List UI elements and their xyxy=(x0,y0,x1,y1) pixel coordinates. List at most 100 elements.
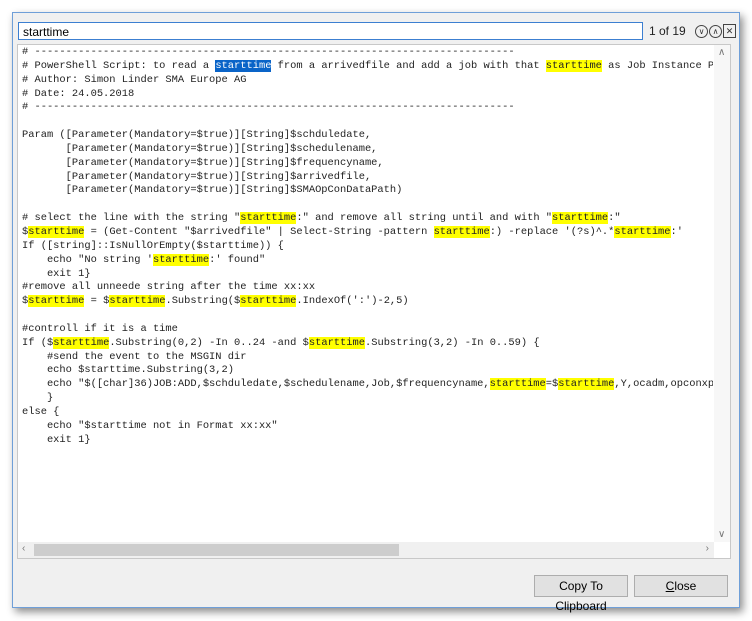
code-text-segment: ,Y,ocadm,opconxps xyxy=(614,378,713,391)
code-text-segment: exit 1} xyxy=(22,433,91,446)
code-line: # Author: Simon Linder SMA Europe AG xyxy=(22,74,713,88)
code-text-segment: .Substring($ xyxy=(165,295,241,308)
code-text-segment: :" and remove all string until and with … xyxy=(296,212,553,225)
code-text-segment: echo $starttime.Substring(3,2) xyxy=(22,364,235,377)
code-line: #remove all unneede string after the tim… xyxy=(22,281,713,295)
code-text-segment: exit 1} xyxy=(22,267,91,280)
code-text-segment: :' xyxy=(670,225,684,238)
code-text-segment: echo "$([char]36)JOB:ADD,$schduledate,$s… xyxy=(22,378,490,391)
code-line: exit 1} xyxy=(22,268,713,282)
search-match-highlight: starttime xyxy=(240,212,297,225)
code-text-segment: # Date: 24.05.2018 xyxy=(22,87,135,100)
code-text-segment: echo "$starttime not in Format xx:xx" xyxy=(22,419,278,432)
code-line: #send the event to the MSGIN dir xyxy=(22,351,713,365)
search-match-highlight: starttime xyxy=(109,295,166,308)
code-text-segment: echo "No string ' xyxy=(22,253,153,266)
code-text-segment: from a arrivedfile and add a job with th… xyxy=(271,59,546,72)
code-text-segment: # select the line with the string " xyxy=(22,212,241,225)
code-line: echo $starttime.Substring(3,2) xyxy=(22,364,713,378)
close-button[interactable]: Close xyxy=(634,575,728,597)
code-text-segment: If ($ xyxy=(22,336,54,349)
code-text-segment: =$ xyxy=(545,378,559,391)
code-line: If ([string]::IsNullOrEmpty($starttime))… xyxy=(22,240,713,254)
search-match-highlight: starttime xyxy=(152,253,210,266)
code-line: [Parameter(Mandatory=$true)][String]$SMA… xyxy=(22,184,713,198)
code-line: #controll if it is a time xyxy=(22,323,713,337)
code-text: # --------------------------------------… xyxy=(22,46,713,542)
code-text-segment: as Job Instance Pr xyxy=(601,59,713,72)
code-viewer[interactable]: # --------------------------------------… xyxy=(17,44,731,559)
copy-to-clipboard-button[interactable]: Copy To Clipboard xyxy=(534,575,628,613)
code-text-segment: [Parameter(Mandatory=$true)][String]$arr… xyxy=(22,170,372,183)
search-input[interactable]: starttime xyxy=(18,22,643,40)
code-text-segment: = $ xyxy=(84,295,110,308)
code-line: [Parameter(Mandatory=$true)][String]$arr… xyxy=(22,171,713,185)
code-text-segment: .Substring(0,2) -In 0..24 -and $ xyxy=(109,336,309,349)
code-line: # --------------------------------------… xyxy=(22,46,713,60)
code-text-segment: Param ([Parameter(Mandatory=$true)][Stri… xyxy=(22,129,372,142)
chevron-up-circle-icon[interactable]: ∧ xyxy=(709,25,722,38)
scroll-right-icon[interactable]: › xyxy=(706,543,709,554)
scroll-up-icon[interactable]: ∧ xyxy=(718,47,725,58)
code-line: $starttime = (Get-Content "$arrivedfile"… xyxy=(22,225,713,240)
scroll-down-icon[interactable]: ∨ xyxy=(718,529,725,540)
code-text-segment: } xyxy=(22,392,54,405)
code-line: echo "$([char]36)JOB:ADD,$schduledate,$s… xyxy=(22,378,713,392)
code-line: [Parameter(Mandatory=$true)][String]$sch… xyxy=(22,143,713,157)
code-line: } xyxy=(22,392,713,406)
search-match-highlight: starttime xyxy=(545,59,602,72)
code-line: exit 1} xyxy=(22,434,713,448)
code-text-segment: # --------------------------------------… xyxy=(22,46,515,58)
code-text-segment: .Substring(3,2) -In 0..59) { xyxy=(364,336,540,349)
code-text-segment: :) -replace '(?s)^.* xyxy=(489,225,615,238)
code-text-segment: [Parameter(Mandatory=$true)][String]$fre… xyxy=(22,156,384,169)
find-results-dialog: starttime 1 of 19 ∨ ∧ ✕ # --------------… xyxy=(12,12,740,613)
code-line: # select the line with the string "start… xyxy=(22,212,713,226)
code-text-segment: [Parameter(Mandatory=$true)][String]$sch… xyxy=(22,142,378,155)
code-line: else { xyxy=(22,406,713,420)
code-line: If ($starttime.Substring(0,2) -In 0..24 … xyxy=(22,336,713,351)
chevron-down-circle-icon[interactable]: ∨ xyxy=(695,25,708,38)
code-text-segment: :" xyxy=(608,212,621,225)
code-line: echo "$starttime not in Format xx:xx" xyxy=(22,420,713,434)
code-line: Param ([Parameter(Mandatory=$true)][Stri… xyxy=(22,129,713,143)
search-match-highlight: starttime xyxy=(28,225,85,238)
vertical-scrollbar[interactable]: ∧ ∨ xyxy=(714,45,730,542)
code-text-segment: .IndexOf(':')-2,5) xyxy=(296,295,409,308)
search-match-highlight: starttime xyxy=(558,378,615,391)
match-count: 1 of 19 xyxy=(649,24,686,38)
code-text-segment: = (Get-Content "$arrivedfile" | Select-S… xyxy=(84,225,434,238)
search-match-highlight: starttime xyxy=(489,378,546,391)
code-text-segment: else { xyxy=(22,405,60,418)
horizontal-scroll-thumb[interactable] xyxy=(34,544,399,556)
search-match-highlight: starttime xyxy=(552,212,609,225)
code-line: [Parameter(Mandatory=$true)][String]$fre… xyxy=(22,157,713,171)
horizontal-scrollbar[interactable]: ‹ › xyxy=(18,542,714,558)
code-text-segment: #remove all unneede string after the tim… xyxy=(22,281,316,294)
code-text-segment: [Parameter(Mandatory=$true)][String]$SMA… xyxy=(22,184,403,197)
search-match-highlight: starttime xyxy=(28,295,85,308)
code-text-segment: #controll if it is a time xyxy=(22,322,178,335)
code-line: echo "No string 'starttime:' found" xyxy=(22,253,713,268)
code-text-segment: If ([string]::IsNullOrEmpty($starttime))… xyxy=(22,239,284,252)
code-line: # Date: 24.05.2018 xyxy=(22,88,713,102)
code-text-segment: # PowerShell Script: to read a xyxy=(22,59,216,72)
search-match-highlight: starttime xyxy=(308,336,365,349)
code-text-segment: :' found" xyxy=(209,253,266,266)
code-line: # --------------------------------------… xyxy=(22,101,713,115)
close-icon[interactable]: ✕ xyxy=(723,24,736,38)
search-match-highlight: starttime xyxy=(53,336,110,349)
search-match-highlight: starttime xyxy=(614,225,671,238)
code-line: # PowerShell Script: to read a starttime… xyxy=(22,59,713,74)
code-text-segment: # --------------------------------------… xyxy=(22,101,515,114)
current-match-highlight: starttime xyxy=(215,59,272,72)
code-text-segment: # Author: Simon Linder SMA Europe AG xyxy=(22,73,247,86)
code-text-segment: #send the event to the MSGIN dir xyxy=(22,350,247,363)
search-match-highlight: starttime xyxy=(240,295,297,308)
search-match-highlight: starttime xyxy=(433,225,490,238)
code-line: $starttime = $starttime.Substring($start… xyxy=(22,295,713,309)
scroll-left-icon[interactable]: ‹ xyxy=(22,543,25,554)
